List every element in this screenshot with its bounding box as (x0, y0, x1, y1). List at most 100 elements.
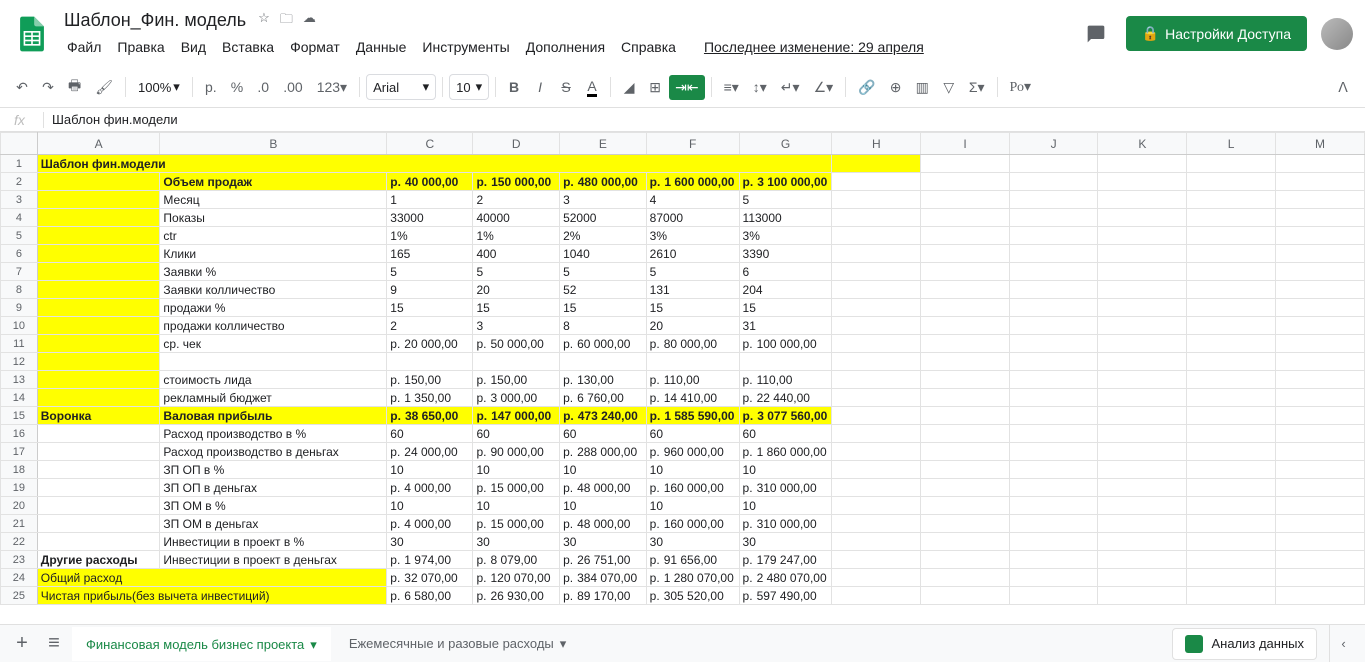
cell[interactable]: 10 (646, 497, 739, 515)
cell[interactable] (1275, 227, 1364, 245)
cell[interactable] (832, 497, 921, 515)
move-icon[interactable]: 🗀 (280, 10, 293, 32)
cell[interactable] (1187, 281, 1276, 299)
cell[interactable] (921, 407, 1010, 425)
italic-icon[interactable]: I (528, 75, 552, 99)
cell[interactable]: р.48 000,00 (560, 479, 647, 497)
cell[interactable] (921, 173, 1010, 191)
cell[interactable]: р.32 070,00 (387, 569, 473, 587)
cell[interactable]: 15 (560, 299, 647, 317)
font-select[interactable]: Arial▾ (366, 74, 436, 100)
row-header[interactable]: 14 (1, 389, 38, 407)
cell[interactable] (832, 389, 921, 407)
cell[interactable]: 33000 (387, 209, 473, 227)
cloud-icon[interactable]: ☁ (303, 10, 316, 32)
cell[interactable]: Шаблон фин.модели (37, 155, 832, 173)
cell[interactable]: 131 (646, 281, 739, 299)
cell[interactable] (921, 551, 1010, 569)
row-header[interactable]: 13 (1, 371, 38, 389)
cell[interactable] (37, 371, 160, 389)
cell[interactable]: р.120 070,00 (473, 569, 560, 587)
explore-button[interactable]: Анализ данных (1172, 628, 1317, 660)
cell[interactable]: р.147 000,00 (473, 407, 560, 425)
cell[interactable]: 3 (560, 191, 647, 209)
cell[interactable] (1275, 551, 1364, 569)
cell[interactable]: Расход производство в % (160, 425, 387, 443)
cell[interactable]: 30 (560, 533, 647, 551)
cell[interactable]: р.15 000,00 (473, 479, 560, 497)
menu-view[interactable]: Вид (174, 35, 213, 59)
cell[interactable] (1275, 587, 1364, 605)
cell[interactable] (37, 281, 160, 299)
cell[interactable] (1098, 407, 1187, 425)
cell[interactable]: р.310 000,00 (739, 515, 832, 533)
collapse-toolbar-icon[interactable]: ᐱ (1331, 75, 1355, 100)
cell[interactable] (1275, 191, 1364, 209)
row-header[interactable]: 11 (1, 335, 38, 353)
cell[interactable]: продажи % (160, 299, 387, 317)
cell[interactable]: 10 (646, 461, 739, 479)
column-header[interactable]: A (37, 133, 160, 155)
cell[interactable] (37, 173, 160, 191)
cell[interactable] (387, 353, 473, 371)
cell[interactable]: ЗП ОП в % (160, 461, 387, 479)
cell[interactable]: ЗП ОМ в деньгах (160, 515, 387, 533)
cell[interactable]: р.89 170,00 (560, 587, 647, 605)
row-header[interactable]: 22 (1, 533, 38, 551)
row-header[interactable]: 24 (1, 569, 38, 587)
add-sheet-icon[interactable]: + (8, 630, 36, 658)
cell[interactable] (1098, 353, 1187, 371)
bold-icon[interactable]: B (502, 75, 526, 99)
cell[interactable]: 10 (560, 461, 647, 479)
cell[interactable] (1098, 389, 1187, 407)
font-size-select[interactable]: 10▾ (449, 74, 489, 100)
cell[interactable] (1098, 281, 1187, 299)
cell[interactable] (1187, 569, 1276, 587)
cell[interactable]: 204 (739, 281, 832, 299)
cell[interactable]: Месяц (160, 191, 387, 209)
cell[interactable] (37, 533, 160, 551)
cell[interactable]: Объем продаж (160, 173, 387, 191)
tab-other[interactable]: Ежемесячные и разовые расходы ▾ (335, 628, 580, 660)
cell[interactable]: р.3 000,00 (473, 389, 560, 407)
cell[interactable] (921, 263, 1010, 281)
cell[interactable] (921, 371, 1010, 389)
cell[interactable]: 10 (387, 497, 473, 515)
cell[interactable] (1098, 479, 1187, 497)
cell[interactable]: ЗП ОП в деньгах (160, 479, 387, 497)
cell[interactable]: Воронка (37, 407, 160, 425)
cell[interactable]: р.1 585 590,00 (646, 407, 739, 425)
all-sheets-icon[interactable]: ≡ (40, 630, 68, 658)
cell[interactable]: ср. чек (160, 335, 387, 353)
cell[interactable]: р.1 280 070,00 (646, 569, 739, 587)
cell[interactable] (37, 389, 160, 407)
cell[interactable] (1275, 515, 1364, 533)
column-header[interactable]: M (1275, 133, 1364, 155)
cell[interactable] (646, 353, 739, 371)
cell[interactable] (1009, 479, 1098, 497)
cell[interactable] (37, 479, 160, 497)
cell[interactable] (1098, 551, 1187, 569)
cell[interactable] (1098, 461, 1187, 479)
menu-file[interactable]: Файл (60, 35, 108, 59)
cell[interactable]: р.1 600 000,00 (646, 173, 739, 191)
cell[interactable] (1098, 209, 1187, 227)
cell[interactable] (560, 353, 647, 371)
cell[interactable]: р.310 000,00 (739, 479, 832, 497)
cell[interactable]: р.110,00 (739, 371, 832, 389)
cell[interactable] (1009, 299, 1098, 317)
cell[interactable]: 6 (739, 263, 832, 281)
cell[interactable]: р.48 000,00 (560, 515, 647, 533)
cell[interactable]: р.150,00 (473, 371, 560, 389)
cell[interactable] (1098, 317, 1187, 335)
cell[interactable] (1275, 461, 1364, 479)
row-header[interactable]: 16 (1, 425, 38, 443)
cell[interactable] (1275, 497, 1364, 515)
cell[interactable] (1009, 317, 1098, 335)
decrease-decimal-icon[interactable]: .0 (251, 75, 275, 99)
cell[interactable] (1009, 173, 1098, 191)
cell[interactable] (832, 155, 921, 173)
star-icon[interactable]: ☆ (258, 10, 270, 32)
cell[interactable] (921, 227, 1010, 245)
cell[interactable] (1098, 569, 1187, 587)
